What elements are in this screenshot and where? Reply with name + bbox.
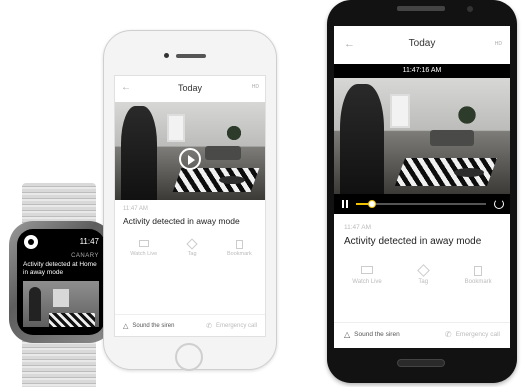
- earpiece-speaker: [176, 54, 206, 58]
- watch-screen: 11:47 CANARY Activity detected at Home i…: [17, 229, 105, 335]
- bell-icon: △: [344, 330, 351, 339]
- room-window: [53, 289, 69, 307]
- room-rug: [172, 168, 260, 192]
- sound-siren-label: Sound the siren: [354, 331, 400, 338]
- bookmark-button[interactable]: Bookmark: [465, 266, 492, 285]
- person-figure: [29, 287, 41, 321]
- footer-bar: △ Sound the siren ✆ Emergency call: [334, 322, 510, 346]
- watch-band-top: [22, 183, 96, 223]
- tag-button[interactable]: Tag: [416, 264, 430, 285]
- event-description: Activity detected in away mode: [344, 236, 482, 247]
- home-button[interactable]: [397, 359, 445, 367]
- room-rug: [49, 313, 95, 327]
- footer-bar: △ Sound the siren ✆ Emergency call: [115, 314, 265, 336]
- video-timestamp: 11:47:16 AM: [334, 64, 510, 78]
- earpiece-speaker: [397, 6, 445, 11]
- tag-icon: [416, 264, 430, 277]
- nav-bar: ← Today HD: [334, 26, 510, 65]
- progress-track[interactable]: [356, 200, 486, 208]
- front-camera: [164, 53, 169, 58]
- bookmark-label: Bookmark: [226, 251, 252, 257]
- bookmark-label: Bookmark: [464, 279, 492, 285]
- android-nav-bar: [327, 352, 517, 376]
- quality-toggle[interactable]: HD: [252, 84, 259, 90]
- tag-label: Tag: [418, 279, 429, 285]
- bell-icon: △: [123, 322, 129, 330]
- watch-live-button[interactable]: Watch Live: [130, 240, 157, 257]
- tag-icon: [186, 238, 198, 250]
- watch-app-name: CANARY: [71, 253, 99, 259]
- emergency-call-button[interactable]: ✆ Emergency call: [445, 330, 500, 339]
- page-title: Today: [177, 83, 203, 93]
- watch-camera-thumbnail[interactable]: [23, 281, 99, 327]
- play-icon[interactable]: [179, 148, 201, 170]
- tag-button[interactable]: Tag: [186, 238, 198, 257]
- pause-icon[interactable]: [342, 200, 344, 208]
- action-bar: Watch Live Tag Bookmark: [115, 238, 265, 257]
- replay-icon[interactable]: [494, 199, 504, 209]
- person-figure: [340, 84, 384, 194]
- watch-notification-text: Activity detected at Home in away mode: [23, 261, 97, 276]
- room-table: [454, 168, 484, 177]
- video-camera-icon: [361, 266, 374, 274]
- iphone-device: ← Today HD 11:47 AM Activity detected in…: [103, 30, 277, 371]
- progress-knob[interactable]: [367, 200, 376, 208]
- sound-siren-button[interactable]: △ Sound the siren: [344, 330, 400, 339]
- room-table: [219, 176, 245, 184]
- canary-logo-icon: [24, 235, 38, 249]
- tag-label: Tag: [187, 251, 197, 257]
- event-description: Activity detected in away mode: [123, 216, 240, 226]
- home-button[interactable]: [175, 343, 203, 371]
- room-plant: [456, 104, 478, 126]
- emergency-call-label: Emergency call: [455, 331, 500, 338]
- page-title: Today: [408, 38, 436, 49]
- front-camera: [467, 6, 473, 12]
- room-window: [167, 114, 185, 142]
- room-window: [390, 94, 410, 128]
- room-sofa: [205, 146, 241, 160]
- android-screen: ← Today HD 11:47:16 AM 11:47 AM Activity…: [334, 26, 510, 348]
- bookmark-button[interactable]: Bookmark: [227, 240, 252, 257]
- room-sofa: [430, 130, 474, 146]
- bookmark-icon: [474, 266, 483, 276]
- bookmark-icon: [235, 240, 243, 249]
- watch-live-button[interactable]: Watch Live: [352, 266, 382, 285]
- watch-time: 11:47: [79, 237, 99, 246]
- event-time: 11:47 AM: [344, 224, 371, 231]
- room-plant: [225, 124, 243, 142]
- event-time: 11:47 AM: [123, 206, 148, 212]
- sound-siren-label: Sound the siren: [132, 322, 175, 329]
- playback-bar: [334, 194, 510, 214]
- phone-icon: ✆: [444, 330, 452, 339]
- iphone-screen: ← Today HD 11:47 AM Activity detected in…: [114, 75, 266, 337]
- emergency-call-label: Emergency call: [215, 322, 257, 329]
- nav-bar: ← Today HD: [115, 76, 265, 103]
- camera-video-feed[interactable]: [334, 78, 510, 194]
- person-figure: [121, 106, 157, 200]
- phone-icon: ✆: [206, 322, 212, 330]
- watch-live-label: Watch Live: [130, 251, 158, 257]
- apple-watch: 11:47 CANARY Activity detected at Home i…: [9, 221, 118, 343]
- android-device: ← Today HD 11:47:16 AM 11:47 AM Activity…: [327, 0, 517, 383]
- action-bar: Watch Live Tag Bookmark: [334, 264, 510, 285]
- video-camera-icon: [138, 240, 149, 247]
- camera-video-feed[interactable]: [115, 102, 265, 200]
- emergency-call-button[interactable]: ✆ Emergency call: [206, 322, 257, 330]
- watch-band-bottom: [22, 338, 96, 387]
- sound-siren-button[interactable]: △ Sound the siren: [123, 322, 174, 330]
- watch-live-label: Watch Live: [352, 279, 382, 285]
- quality-toggle[interactable]: HD: [495, 41, 502, 47]
